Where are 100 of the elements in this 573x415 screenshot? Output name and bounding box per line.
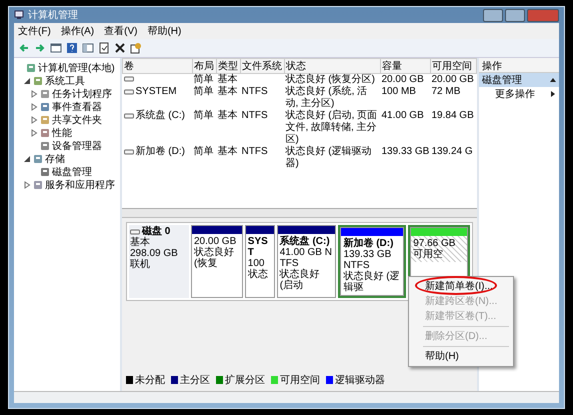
partition-info: 状态良好 (恢复 xyxy=(194,247,235,269)
legend-label: 扩展分区 xyxy=(225,374,265,387)
partition-info: 状态 xyxy=(248,269,269,280)
tree-item[interactable]: 存储 xyxy=(45,152,65,166)
partition-block[interactable]: SYST 100 状态 xyxy=(244,225,275,298)
table-cell: 基本 xyxy=(218,86,238,97)
partition-info: 20.00 GB xyxy=(194,236,238,247)
collapse-arrow-icon[interactable] xyxy=(550,77,556,83)
tree-item[interactable]: 性能 xyxy=(52,126,72,140)
minimize-button[interactable] xyxy=(483,8,503,22)
action-label: 更多操作 xyxy=(495,88,535,101)
partition-block[interactable]: 20.00 GB 状态良好 (恢复 xyxy=(191,225,243,298)
actions-section[interactable]: 磁盘管理 xyxy=(479,73,559,87)
table-cell: 新加卷 (D:) xyxy=(136,146,185,158)
column-header[interactable]: 卷 xyxy=(122,58,192,74)
action-item[interactable]: 更多操作 xyxy=(479,87,559,101)
expand-arrow-icon[interactable] xyxy=(23,180,31,188)
partition-info: 状态良好 (启动 xyxy=(280,269,321,291)
expand-arrow-icon[interactable] xyxy=(30,128,38,136)
column-header[interactable]: 文件系统 xyxy=(240,58,284,74)
partition-bar xyxy=(246,226,274,234)
actions-header: 操作 xyxy=(479,58,559,73)
menu-item[interactable]: 操作(A) xyxy=(60,24,94,38)
table-cell: 系统盘 (C:) xyxy=(136,110,185,122)
help-icon[interactable] xyxy=(66,42,78,54)
partition-block[interactable]: 新加卷 (D:) 139.33 GB NTFS 状态良好 (逻辑驱 xyxy=(340,227,404,296)
menu-item[interactable]: 帮助(H) xyxy=(425,351,459,362)
partition-info: 97.66 GB xyxy=(413,238,456,249)
expand-arrow-icon[interactable] xyxy=(30,102,38,110)
forward-icon[interactable] xyxy=(34,42,46,54)
table-cell: NTFS xyxy=(242,146,268,157)
table-cell: 72 MB xyxy=(432,86,460,97)
table-cell: 100 MB xyxy=(382,86,416,97)
legend-label: 主分区 xyxy=(180,374,210,387)
table-cell: 简单 xyxy=(194,86,214,97)
table-cell: 简单 xyxy=(194,110,214,121)
menu-item[interactable]: 帮助(H) xyxy=(147,24,182,38)
table-cell: 状态良好 (系统, 活动, 主分区) xyxy=(286,86,368,109)
partition-title: SYST xyxy=(248,236,269,258)
partition-info: 100 xyxy=(248,258,264,269)
menu-item[interactable]: 文件(F) xyxy=(18,24,51,38)
table-cell: 基本 xyxy=(218,74,238,85)
partition-bar xyxy=(411,228,467,236)
disk-size: 298.09 GB xyxy=(130,248,179,259)
maximize-button[interactable] xyxy=(505,8,525,22)
drive-icon xyxy=(124,111,134,121)
partition-info: 139.33 GB NTFS xyxy=(343,249,392,271)
table-cell: 19.84 GB xyxy=(432,110,474,121)
horizontal-scrollbar[interactable] xyxy=(122,209,477,218)
tree-item[interactable]: 任务计划程序 xyxy=(52,86,112,100)
table-cell: SYSTEM xyxy=(136,86,177,98)
disk-status: 联机 xyxy=(130,259,151,270)
tree-item[interactable]: 磁盘管理 xyxy=(52,164,92,178)
tree-item[interactable]: 设备管理器 xyxy=(52,138,102,152)
window-icon[interactable] xyxy=(82,42,94,54)
delete-icon[interactable] xyxy=(114,42,126,54)
table-cell: 20.00 GB xyxy=(432,74,474,85)
table-cell: 139.24 G xyxy=(432,146,473,157)
column-header[interactable]: 可用空间 xyxy=(430,58,476,74)
tree-item[interactable]: 计算机管理(本地) xyxy=(38,60,115,74)
table-cell: 基本 xyxy=(218,146,238,157)
window-icon[interactable] xyxy=(50,42,62,54)
expand-arrow-icon[interactable] xyxy=(30,90,38,98)
tree-item[interactable]: 事件查看器 xyxy=(52,100,102,114)
partition-block[interactable]: 系统盘 (C:) 41.00 GB NTFS 状态良好 (启动 xyxy=(276,225,336,298)
tree-item[interactable]: 系统工具 xyxy=(45,74,85,88)
table-cell: 简单 xyxy=(194,74,214,85)
table-cell: NTFS xyxy=(242,86,268,97)
collapse-arrow-icon[interactable] xyxy=(23,154,31,162)
table-cell: 41.00 GB xyxy=(382,110,424,121)
tree-item[interactable]: 服务和应用程序 xyxy=(45,178,115,192)
legend-label: 逻辑驱动器 xyxy=(335,374,385,387)
partition-info: 41.00 GB NTFS xyxy=(280,247,333,269)
legend-label: 可用空间 xyxy=(280,374,320,387)
table-cell: 状态良好 (启动, 页面文件, 故障转储, 主分区) xyxy=(286,110,378,145)
legend-label: 未分配 xyxy=(135,374,165,387)
back-icon[interactable] xyxy=(18,42,30,54)
drive-icon xyxy=(124,147,134,157)
tree-item[interactable]: 共享文件夹 xyxy=(52,112,102,126)
partition-info: 可用空 xyxy=(413,249,444,260)
window-title: 计算机管理 xyxy=(28,8,79,22)
section-label: 磁盘管理 xyxy=(482,74,522,87)
column-header[interactable]: 容量 xyxy=(380,58,430,74)
partition-bar xyxy=(278,226,336,234)
column-header[interactable]: 布局 xyxy=(192,58,216,74)
partition-bar xyxy=(341,228,404,236)
table-cell: 基本 xyxy=(218,110,238,121)
partition-bar xyxy=(192,226,242,234)
table-cell: 状态良好 (恢复分区) xyxy=(286,74,375,85)
collapse-arrow-icon[interactable] xyxy=(23,76,31,84)
column-header[interactable]: 状态 xyxy=(284,58,380,74)
submenu-arrow-icon xyxy=(550,91,556,97)
disk-name: 磁盘 0 xyxy=(142,226,170,237)
table-cell: 20.00 GB xyxy=(382,74,424,85)
menu-item[interactable]: 查看(V) xyxy=(104,24,138,38)
expand-arrow-icon[interactable] xyxy=(30,116,38,124)
document-icon[interactable] xyxy=(98,42,110,54)
table-cell: 139.33 GB xyxy=(382,146,430,157)
column-header[interactable]: 类型 xyxy=(216,58,240,74)
table-cell: 简单 xyxy=(194,146,214,157)
